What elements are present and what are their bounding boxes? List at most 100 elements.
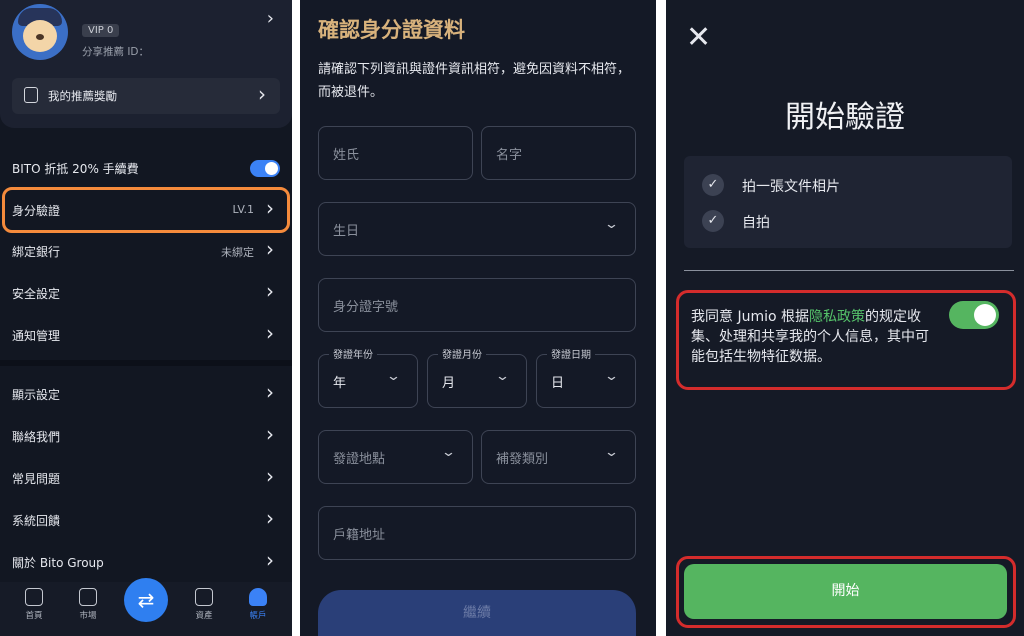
- referral-reward-label: 我的推薦獎勵: [48, 89, 117, 103]
- menu-item-display[interactable]: 顯示設定 ›: [0, 374, 292, 414]
- chevron-down-icon: ⌄: [385, 369, 402, 384]
- referral-reward-button[interactable]: 我的推薦獎勵 ›: [12, 78, 280, 114]
- consent-prefix: 我同意 Jumio 根据: [691, 309, 809, 325]
- bank-status: 未綁定: [221, 246, 254, 259]
- id-number-placeholder: 身分證字號: [333, 300, 399, 315]
- id-number-field[interactable]: 身分證字號: [318, 278, 636, 332]
- menu-item-label: BITO 折抵 20% 手續費: [12, 162, 139, 176]
- birthday-select[interactable]: 生日 ⌄: [318, 202, 636, 256]
- start-verification-panel: ✕ 開始驗證 ✓ 拍一張文件相片 ✓ 自拍 我同意 Jumio 根据隐私政策的规…: [666, 0, 1024, 636]
- issue-day-label: 發證日期: [547, 346, 595, 361]
- menu-item-security[interactable]: 安全設定 ›: [0, 273, 292, 313]
- start-button[interactable]: 開始: [684, 564, 1007, 619]
- issue-year-label: 發證年份: [329, 346, 377, 361]
- vip-badge: VIP 0: [82, 24, 120, 37]
- issue-year-value: 年: [333, 376, 347, 391]
- wallet-icon: [195, 588, 213, 606]
- menu-item-label: 安全設定: [12, 287, 61, 301]
- issue-year-select[interactable]: 發證年份 年 ⌄: [318, 346, 418, 408]
- issue-day-value: 日: [551, 376, 565, 391]
- account-panel: VIP 0 分享推薦 ID： › 我的推薦獎勵 › BITO 折抵 20% 手續…: [0, 0, 292, 636]
- menu-item-contact[interactable]: 聯絡我們 ›: [0, 416, 292, 456]
- tab-label: 資產: [195, 611, 213, 621]
- chevron-down-icon: ⌄: [440, 445, 457, 460]
- first-name-field[interactable]: 名字: [481, 126, 636, 180]
- divider: [0, 360, 292, 366]
- menu-item-label: 常見問題: [12, 472, 61, 486]
- chevron-right-icon: ›: [266, 380, 274, 404]
- menu-item-label: 系統回饋: [12, 514, 61, 528]
- issue-month-label: 發證月份: [438, 346, 486, 361]
- avatar[interactable]: [12, 4, 68, 60]
- issue-place-select[interactable]: 發證地點 ⌄: [318, 430, 473, 484]
- reissue-type-placeholder: 補發類別: [496, 452, 549, 467]
- menu-item-label: 通知管理: [12, 329, 61, 343]
- consent-highlight-box: 我同意 Jumio 根据隐私政策的规定收集、处理和共享我的个人信息，其中可能包括…: [676, 290, 1016, 390]
- chevron-right-icon: ›: [266, 321, 274, 345]
- household-address-field[interactable]: 戶籍地址: [318, 506, 636, 560]
- start-highlight-box: 開始: [676, 556, 1016, 628]
- chevron-right-icon: ›: [266, 464, 274, 488]
- menu-item-notifications[interactable]: 通知管理 ›: [0, 315, 292, 355]
- menu-item-faq[interactable]: 常見問題 ›: [0, 458, 292, 498]
- steps-checklist: ✓ 拍一張文件相片 ✓ 自拍: [684, 156, 1012, 248]
- issue-month-select[interactable]: 發證月份 月 ⌄: [427, 346, 527, 408]
- page-title: 確認身分證資料: [318, 18, 465, 42]
- swap-icon: ⇄: [137, 588, 155, 612]
- menu-item-label: 聯絡我們: [12, 430, 61, 444]
- consent-text: 我同意 Jumio 根据隐私政策的规定收集、处理和共享我的个人信息，其中可能包括…: [691, 307, 931, 367]
- chevron-down-icon: ⌄: [494, 369, 511, 384]
- fee-discount-toggle[interactable]: [250, 160, 280, 177]
- chevron-down-icon: ⌄: [603, 217, 620, 232]
- swap-button[interactable]: ⇄: [124, 578, 168, 622]
- issue-day-select[interactable]: 發證日期 日 ⌄: [536, 346, 636, 408]
- divider: [684, 270, 1014, 272]
- reissue-type-select[interactable]: 補發類別 ⌄: [481, 430, 636, 484]
- tab-label: 首頁: [25, 611, 43, 621]
- menu-item-fee-discount[interactable]: BITO 折抵 20% 手續費: [0, 148, 292, 188]
- page-title: 開始驗證: [785, 100, 905, 135]
- home-icon: [25, 588, 43, 606]
- tab-label: 市場: [79, 611, 97, 621]
- check-icon: ✓: [702, 174, 724, 196]
- tab-assets[interactable]: 資產: [184, 588, 224, 621]
- profile-header: VIP 0 分享推薦 ID： › 我的推薦獎勵 ›: [0, 0, 292, 128]
- form-description: 請確認下列資訊與證件資訊相符，避免因資料不相符，而被退件。: [318, 62, 631, 100]
- continue-button[interactable]: 繼續: [318, 590, 636, 636]
- identity-highlight-box: [2, 187, 290, 233]
- last-name-field[interactable]: 姓氏: [318, 126, 473, 180]
- menu-item-feedback[interactable]: 系統回饋 ›: [0, 500, 292, 540]
- chevron-down-icon: ⌄: [603, 445, 620, 460]
- consent-toggle[interactable]: [949, 301, 999, 329]
- first-name-placeholder: 名字: [496, 148, 523, 163]
- issue-place-placeholder: 發證地點: [333, 452, 386, 467]
- issue-month-value: 月: [442, 376, 456, 391]
- menu-item-bind-bank[interactable]: 綁定銀行 未綁定 ›: [0, 231, 292, 271]
- chevron-down-icon: ⌄: [603, 369, 620, 384]
- last-name-placeholder: 姓氏: [333, 148, 360, 163]
- check-icon: ✓: [702, 210, 724, 232]
- privacy-policy-link[interactable]: 隐私政策: [809, 309, 865, 325]
- id-form-panel: 確認身分證資料 請確認下列資訊與證件資訊相符，避免因資料不相符，而被退件。 姓氏…: [300, 0, 656, 636]
- chevron-right-icon: ›: [266, 548, 274, 572]
- chevron-right-icon: ›: [266, 422, 274, 446]
- household-address-placeholder: 戶籍地址: [333, 528, 386, 543]
- chevron-right-icon[interactable]: ›: [267, 8, 274, 29]
- menu-item-about[interactable]: 關於 Bito Group ›: [0, 542, 292, 582]
- chevron-right-icon: ›: [258, 82, 266, 106]
- birthday-placeholder: 生日: [333, 224, 360, 239]
- close-icon[interactable]: ✕: [686, 20, 711, 55]
- tab-label: 帳戶: [249, 611, 267, 621]
- tab-home[interactable]: 首頁: [14, 588, 54, 621]
- checklist-item: 拍一張文件相片: [742, 179, 840, 195]
- tab-market[interactable]: 市場: [68, 588, 108, 621]
- chevron-right-icon: ›: [266, 279, 274, 303]
- chevron-right-icon: ›: [266, 237, 274, 261]
- chevron-right-icon: ›: [266, 506, 274, 530]
- menu-item-label: 綁定銀行: [12, 245, 61, 259]
- gift-icon: [24, 87, 38, 103]
- checklist-item: 自拍: [742, 215, 770, 231]
- menu-item-label: 顯示設定: [12, 388, 61, 402]
- referral-id-label: 分享推薦 ID：: [82, 46, 150, 58]
- tab-account[interactable]: 帳戶: [238, 588, 278, 621]
